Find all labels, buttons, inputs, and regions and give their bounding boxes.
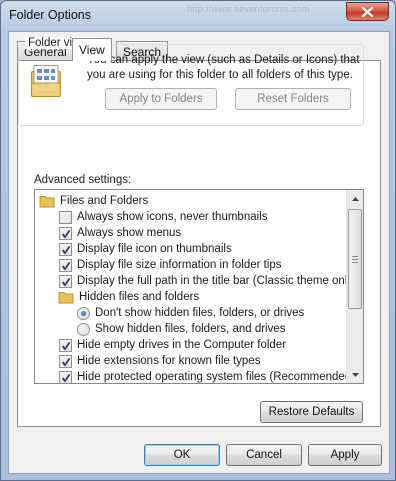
option-label: Don't show hidden files, folders, or dri… [95,307,305,319]
advanced-settings-list[interactable]: Files and Folders Always show icons, nev… [34,189,364,384]
option-label: Display the full path in the title bar (… [77,275,357,287]
checkbox-checked[interactable] [59,274,72,288]
checkbox-checked[interactable] [59,354,72,368]
checkbox-checked[interactable] [59,258,72,272]
option-hide-extensions[interactable]: Hide extensions for known file types [59,353,260,369]
arrow-down-icon [351,372,359,377]
checkbox-checked[interactable] [59,242,72,256]
folder-icon [58,292,74,304]
radio-selected[interactable] [77,306,90,320]
tree-item-hidden-files-and-folders: Hidden files and folders [58,289,199,305]
checkmark-icon [61,229,71,238]
option-always-show-icons[interactable]: Always show icons, never thumbnails [59,209,267,225]
ok-button[interactable]: OK [144,444,220,466]
folder-views-group: Folder views You can apply the view (suc… [18,37,364,126]
folder-options-dialog: Folder Options http://www.sevenforums.co… [0,0,396,481]
option-label: Hide empty drives in the Computer folder [77,339,287,351]
checkmark-icon [61,277,71,286]
tree-item-files-and-folders: Files and Folders [39,193,148,209]
checkmark-icon [61,373,71,382]
tree-item-label: Hidden files and folders [79,291,200,303]
option-label: Hide protected operating system files (R… [77,371,356,383]
folder-views-description: You can apply the view (such as Details … [87,54,360,81]
option-display-file-size[interactable]: Display file size information in folder … [59,257,282,273]
watermark-text: http://www.sevenforums.com [187,4,310,14]
scroll-up-button[interactable] [347,190,363,207]
apply-button[interactable]: Apply [308,444,382,466]
checkmark-icon [61,357,71,366]
grip-icon [352,255,358,263]
checkbox-unchecked[interactable] [59,210,72,224]
scroll-down-button[interactable] [347,366,363,383]
close-icon [362,6,373,17]
advanced-settings-label: Advanced settings: [34,174,132,186]
option-label: Display file icon on thumbnails [77,243,232,255]
checkbox-checked[interactable] [59,226,72,240]
checkbox-checked[interactable] [59,370,72,383]
checkmark-icon [61,261,71,270]
restore-defaults-button[interactable]: Restore Defaults [260,401,363,423]
tab-view[interactable]: View [72,38,112,61]
checkbox-checked[interactable] [59,338,72,352]
checkmark-icon [61,341,71,350]
apply-to-folders-button[interactable]: Apply to Folders [105,88,217,110]
option-always-show-menus[interactable]: Always show menus [59,225,181,241]
option-display-full-path[interactable]: Display the full path in the title bar (… [59,273,357,289]
checkmark-icon [61,245,71,254]
option-hide-empty-drives[interactable]: Hide empty drives in the Computer folder [59,337,286,353]
option-dont-show-hidden[interactable]: Don't show hidden files, folders, or dri… [77,305,304,321]
scroll-thumb[interactable] [348,209,362,309]
option-label: Display file size information in folder … [77,259,282,271]
option-label: Always show icons, never thumbnails [77,211,268,223]
radio-unselected[interactable] [77,322,90,336]
tree-item-label: Files and Folders [60,195,149,207]
window-title: Folder Options [9,8,91,22]
option-hide-protected-files[interactable]: Hide protected operating system files (R… [59,369,356,383]
option-label: Hide extensions for known file types [77,355,261,367]
close-button[interactable] [346,2,389,21]
folder-views-icon [31,65,61,97]
vertical-scrollbar[interactable] [346,190,363,383]
title-bar[interactable]: Folder Options http://www.sevenforums.co… [1,1,395,31]
option-label: Always show menus [77,227,182,239]
folder-icon [39,196,55,208]
option-label: Show hidden files, folders, and drives [95,323,286,335]
cancel-button[interactable]: Cancel [226,444,302,466]
option-show-hidden[interactable]: Show hidden files, folders, and drives [77,321,286,337]
arrow-up-icon [351,196,359,201]
reset-folders-button[interactable]: Reset Folders [235,88,351,110]
option-display-file-icon[interactable]: Display file icon on thumbnails [59,241,232,257]
